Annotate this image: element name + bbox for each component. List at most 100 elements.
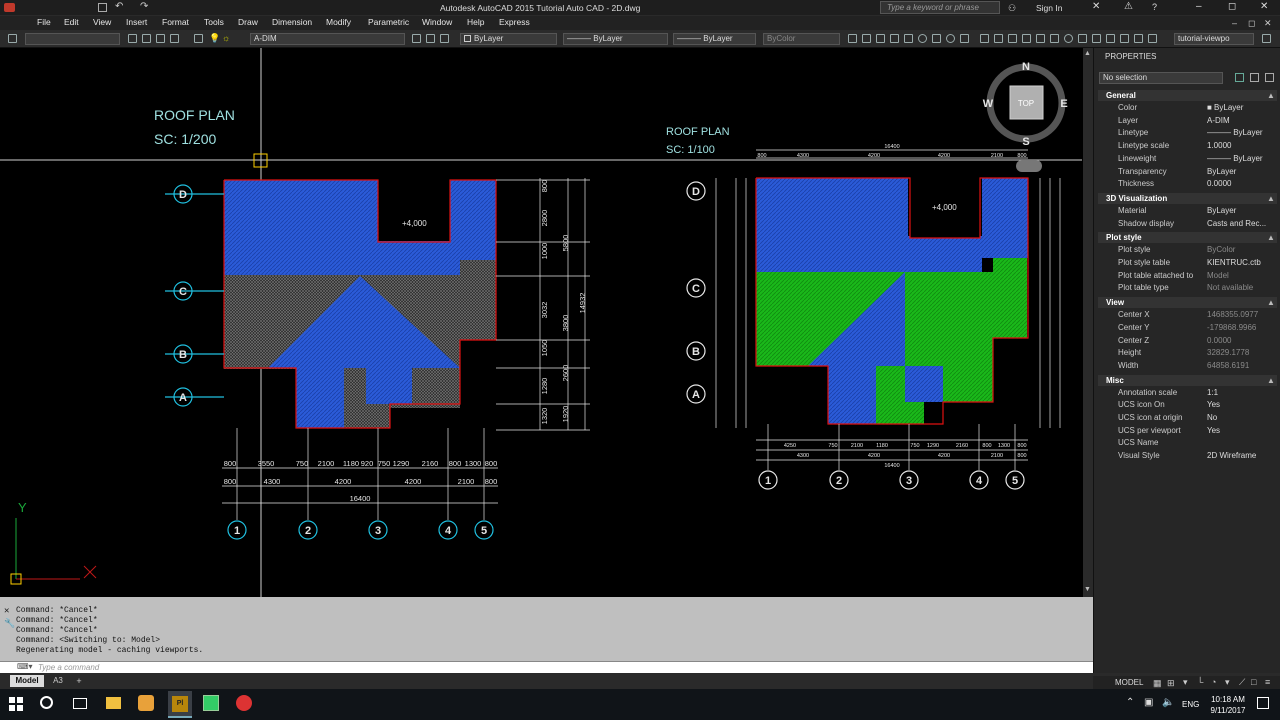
- dim-reassoc-icon[interactable]: [1148, 34, 1157, 43]
- menu-parametric[interactable]: Parametric: [368, 17, 409, 27]
- dim-arc-icon[interactable]: [876, 34, 885, 43]
- prop-value-center-x[interactable]: 1468355.0977: [1207, 310, 1258, 319]
- taskbar-item-autocad-plan[interactable]: Pl: [168, 691, 192, 718]
- menu-insert[interactable]: Insert: [126, 17, 147, 27]
- menu-file[interactable]: File: [37, 17, 51, 27]
- section-general[interactable]: General: [1098, 90, 1277, 101]
- linetype-dropdown[interactable]: ——— ByLayer: [563, 33, 668, 45]
- color-dropdown[interactable]: ByLayer: [460, 33, 557, 45]
- layer-tool-icon-1[interactable]: [412, 34, 421, 43]
- network-icon[interactable]: ▣: [1144, 697, 1153, 708]
- prop-value-transparency[interactable]: ByLayer: [1207, 167, 1236, 176]
- dim-continue-icon[interactable]: [980, 34, 989, 43]
- collapse-icon[interactable]: ▲: [1267, 233, 1275, 242]
- polar-menu-icon[interactable]: ▾: [1225, 677, 1230, 688]
- tray-expand-icon[interactable]: ⌃: [1126, 697, 1134, 708]
- canvas-scrollbar[interactable]: ▲ ▼: [1083, 48, 1093, 597]
- properties-palette[interactable]: PROPERTIES No selection General ▲ Color ■ B…: [1093, 48, 1280, 676]
- right-roof-blue-c[interactable]: [982, 178, 1028, 258]
- model-space-button[interactable]: MODEL: [1115, 678, 1143, 687]
- minimize-icon[interactable]: –: [1196, 1, 1202, 12]
- cortana-icon[interactable]: [40, 696, 53, 709]
- selection-dropdown[interactable]: No selection: [1099, 72, 1223, 84]
- prop-value-annotation-scale[interactable]: 1:1: [1207, 388, 1218, 397]
- collapse-icon[interactable]: ▲: [1267, 194, 1275, 203]
- section-3d-visualization[interactable]: 3D Visualization: [1098, 192, 1277, 204]
- command-settings-icon[interactable]: 🔧: [4, 619, 15, 629]
- polar-icon[interactable]: ◔: [1211, 677, 1216, 687]
- dim-override-icon[interactable]: [1134, 34, 1143, 43]
- jogged-icon[interactable]: [1064, 34, 1073, 43]
- language-indicator[interactable]: ENG: [1182, 700, 1199, 709]
- left-roof-gray-side[interactable]: [460, 260, 496, 340]
- command-close-icon[interactable]: ✕: [4, 606, 9, 616]
- layer-dropdown[interactable]: A-DIM: [250, 33, 405, 45]
- dim-linear-icon[interactable]: [848, 34, 857, 43]
- prop-value-plot-table-type[interactable]: Not available: [1207, 283, 1253, 292]
- quick-select-icon[interactable]: [1235, 73, 1244, 82]
- prop-value-linetype-scale[interactable]: 1.0000: [1207, 141, 1231, 150]
- dim-ordinate-icon[interactable]: [890, 34, 899, 43]
- right-roof-blue-b[interactable]: [908, 236, 982, 272]
- isodraft-icon[interactable]: ⟋: [1239, 677, 1245, 688]
- tool-icon-1[interactable]: [128, 34, 137, 43]
- inspect-icon[interactable]: [1050, 34, 1059, 43]
- dim-aligned-icon[interactable]: [862, 34, 871, 43]
- left-roof-blue-a[interactable]: [224, 180, 378, 275]
- close-icon[interactable]: ✕: [1260, 1, 1268, 12]
- prop-value-ucs-icon-on[interactable]: Yes: [1207, 400, 1220, 409]
- dim-space-icon[interactable]: [994, 34, 1003, 43]
- prop-value-ucs-icon-at-origin[interactable]: No: [1207, 413, 1217, 422]
- help-icon[interactable]: ?: [1152, 2, 1157, 12]
- start-icon[interactable]: [9, 697, 23, 711]
- dim-style-manager-icon[interactable]: [1262, 34, 1271, 43]
- search-input[interactable]: Type a keyword or phrase: [880, 1, 1000, 14]
- prop-value-material[interactable]: ByLayer: [1207, 206, 1236, 215]
- left-roof-blue-low-b[interactable]: [366, 368, 412, 404]
- lineweight-dropdown[interactable]: ——— ByLayer: [673, 33, 756, 45]
- layer-manager-icon[interactable]: [194, 34, 203, 43]
- viewcube-n[interactable]: N: [1022, 61, 1030, 73]
- tab-add[interactable]: +: [72, 675, 86, 687]
- menu-format[interactable]: Format: [162, 17, 189, 27]
- clock-time[interactable]: 10:18 AM: [1208, 695, 1248, 704]
- menu-restore-icon[interactable]: ◻: [1248, 18, 1255, 29]
- tool-icon-2[interactable]: [142, 34, 151, 43]
- tolerance-icon[interactable]: [1022, 34, 1031, 43]
- right-roof-blue-a[interactable]: [756, 178, 908, 272]
- right-roof-blue-low-b[interactable]: [905, 366, 943, 402]
- prop-value-center-z[interactable]: 0.0000: [1207, 336, 1231, 345]
- app-icon-green[interactable]: [203, 695, 219, 711]
- snap-menu-icon[interactable]: ▾: [1183, 677, 1188, 688]
- dim-radius-icon[interactable]: [904, 34, 913, 43]
- prop-value-lineweight[interactable]: ——— ByLayer: [1207, 154, 1263, 163]
- tool-icon-3[interactable]: [156, 34, 165, 43]
- menu-express[interactable]: Express: [499, 17, 530, 27]
- dim-break-icon[interactable]: [1008, 34, 1017, 43]
- redo-icon[interactable]: ↷: [140, 1, 148, 12]
- collapse-icon[interactable]: ▲: [1267, 376, 1275, 385]
- sign-in-button[interactable]: Sign In: [1036, 3, 1062, 13]
- notifications-icon[interactable]: [1257, 697, 1269, 709]
- right-roof-plan[interactable]: +4,000: [755, 177, 1029, 425]
- tool-icon-4[interactable]: [170, 34, 179, 43]
- workspace-icon[interactable]: [8, 34, 17, 43]
- menu-help[interactable]: Help: [467, 17, 484, 27]
- sun-icon[interactable]: ☼: [222, 33, 230, 43]
- select-objects-icon[interactable]: [1250, 73, 1259, 82]
- prop-value-layer[interactable]: A-DIM: [1207, 116, 1230, 125]
- dim-style-icon[interactable]: [1120, 34, 1129, 43]
- dim-quick-icon[interactable]: [946, 34, 955, 43]
- maximize-icon[interactable]: ◻: [1228, 1, 1236, 12]
- menu-minimize-icon[interactable]: –: [1232, 18, 1237, 28]
- customization-icon[interactable]: ≡: [1265, 677, 1270, 687]
- prop-value-width[interactable]: 64858.6191: [1207, 361, 1249, 370]
- section-misc[interactable]: Misc: [1098, 374, 1277, 386]
- command-input-placeholder[interactable]: Type a command: [38, 663, 99, 672]
- volume-icon[interactable]: 🔈: [1162, 697, 1174, 708]
- menu-dimension[interactable]: Dimension: [272, 17, 312, 27]
- dim-baseline-icon[interactable]: [960, 34, 969, 43]
- left-roof-blue-b[interactable]: [378, 241, 450, 275]
- dim-diameter-icon[interactable]: [918, 34, 927, 43]
- scroll-up-icon[interactable]: ▲: [1084, 50, 1091, 57]
